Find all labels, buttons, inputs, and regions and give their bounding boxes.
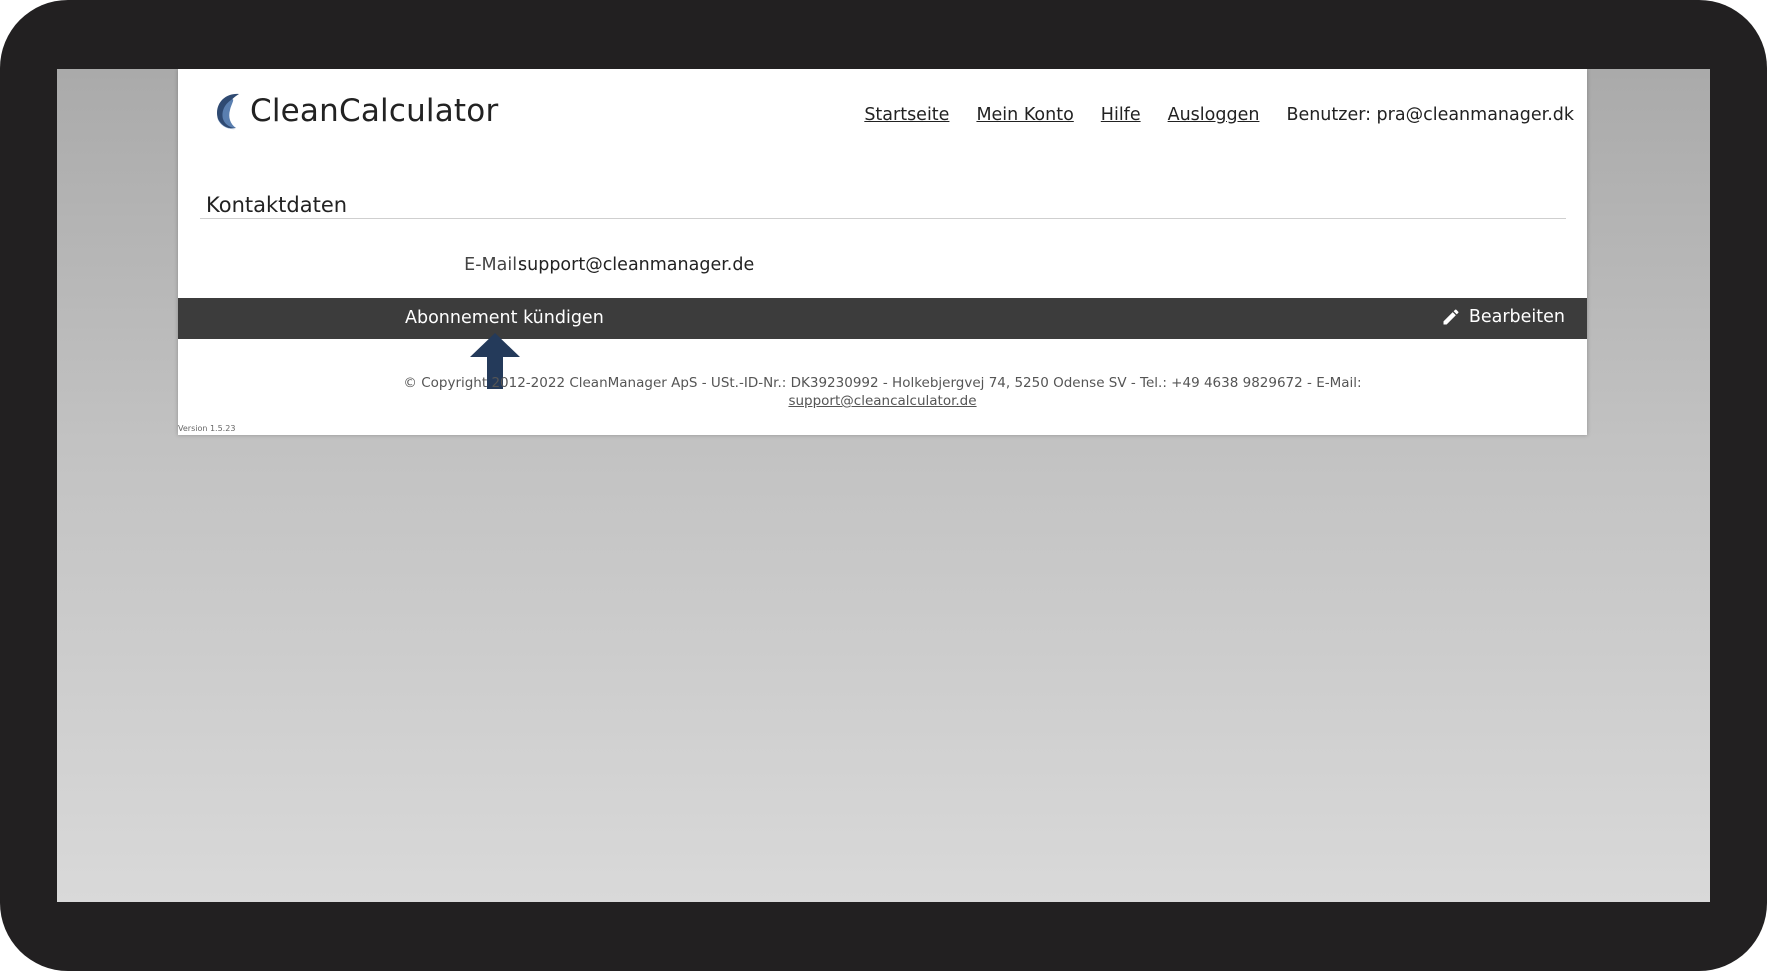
section-title-kontaktdaten: Kontaktdaten <box>206 193 348 217</box>
site-header: CleanCalculator Startseite Mein Konto Hi… <box>178 69 1587 164</box>
edit-button-label: Bearbeiten <box>1468 307 1565 327</box>
nav-ausloggen[interactable]: Ausloggen <box>1168 105 1260 125</box>
pencil-icon <box>1443 309 1459 325</box>
current-user-label: Benutzer: pra@cleanmanager.dk <box>1286 105 1574 125</box>
account-panel: CleanCalculator Startseite Mein Konto Hi… <box>178 69 1587 435</box>
email-value: support@cleanmanager.de <box>518 255 755 275</box>
nav-mein-konto[interactable]: Mein Konto <box>976 105 1073 125</box>
main-nav: Startseite Mein Konto Hilfe Ausloggen Be… <box>864 105 1574 125</box>
logo[interactable]: CleanCalculator <box>211 91 498 131</box>
device-frame: CleanCalculator Startseite Mein Konto Hi… <box>0 0 1767 971</box>
edit-button[interactable]: Bearbeiten <box>1441 307 1565 327</box>
action-bar: Abonnement kündigen Bearbeiten <box>178 298 1587 339</box>
section-divider <box>200 218 1566 219</box>
logo-icon <box>217 93 239 130</box>
footer-email-link[interactable]: support@cleancalculator.de <box>788 393 976 409</box>
browser-viewport: CleanCalculator Startseite Mein Konto Hi… <box>57 69 1710 902</box>
footer-copyright: © Copyright 2012-2022 CleanManager ApS -… <box>403 375 1362 391</box>
version-label: Version 1.5.23 <box>178 424 236 433</box>
email-label: E-Mail: <box>464 255 523 275</box>
nav-hilfe[interactable]: Hilfe <box>1101 105 1141 125</box>
nav-startseite[interactable]: Startseite <box>864 105 949 125</box>
logo-text: CleanCalculator <box>250 93 499 129</box>
cancel-subscription-link[interactable]: Abonnement kündigen <box>405 308 604 328</box>
email-row: E-Mail: support@cleanmanager.de <box>178 255 1587 281</box>
footer: © Copyright 2012-2022 CleanManager ApS -… <box>178 374 1587 410</box>
